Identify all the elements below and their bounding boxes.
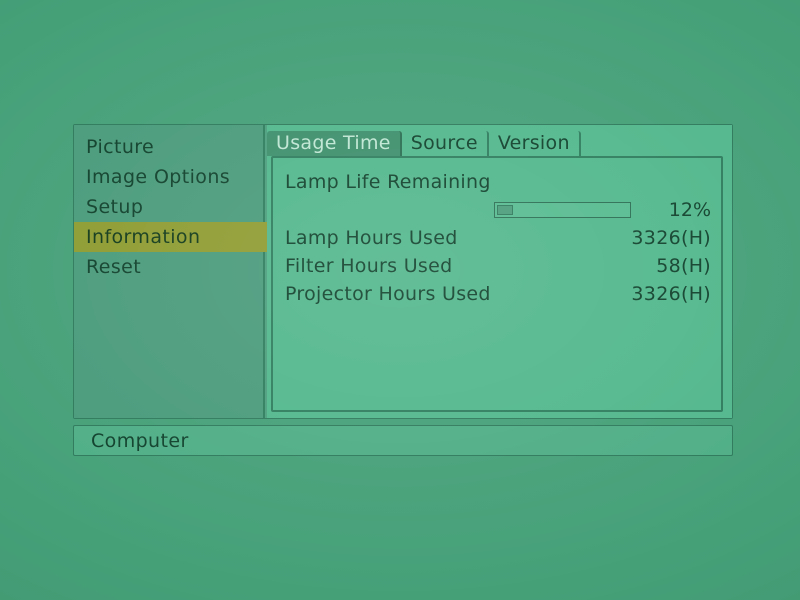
filter-hours-used-label: Filter Hours Used [285,255,453,277]
lamp-life-progress-bar [494,202,631,218]
sidebar-item-label: Information [86,226,201,248]
lamp-life-progress-fill [497,205,514,215]
tab-source[interactable]: Source [402,131,489,156]
lamp-life-remaining-row: Lamp Life Remaining [285,168,711,196]
projector-hours-used-label: Projector Hours Used [285,283,491,305]
sidebar-item-information[interactable]: Information [74,222,277,252]
filter-hours-used-row: Filter Hours Used 58(H) [285,252,711,280]
tab-label: Version [497,132,570,154]
lamp-life-remaining-label: Lamp Life Remaining [285,171,491,193]
tab-version[interactable]: Version [489,131,581,156]
sidebar-item-reset[interactable]: Reset [74,252,263,282]
sidebar-item-image-options[interactable]: Image Options [74,162,263,192]
lamp-hours-used-value: 3326(H) [631,227,711,249]
projector-hours-used-row: Projector Hours Used 3326(H) [285,280,711,308]
tab-label: Source [410,132,478,154]
sidebar-item-label: Setup [86,196,144,218]
lamp-hours-used-row: Lamp Hours Used 3326(H) [285,224,711,252]
projector-osd-screen: Picture Image Options Setup Information … [0,0,800,600]
status-bar-source-label: Computer [91,430,189,452]
sidebar-item-picture[interactable]: Picture [74,132,263,162]
sidebar-item-label: Reset [86,256,142,278]
sidebar-item-label: Image Options [86,166,231,188]
sidebar-item-setup[interactable]: Setup [74,192,263,222]
lamp-life-meter-row: 12% [285,196,711,224]
menu-sidebar: Picture Image Options Setup Information … [74,125,277,418]
tab-bar: Usage Time Source Version [267,131,581,156]
usage-time-rows: Lamp Life Remaining 12% Lamp Hours Used … [285,168,711,308]
content-side: Usage Time Source Version Lamp Life Rema… [267,125,732,418]
usage-time-panel: Lamp Life Remaining 12% Lamp Hours Used … [271,156,723,412]
osd-menu-panel: Picture Image Options Setup Information … [73,124,733,419]
tab-usage-time[interactable]: Usage Time [267,131,402,156]
status-bar: Computer [73,425,733,456]
lamp-hours-used-label: Lamp Hours Used [285,227,458,249]
sidebar-item-label: Picture [86,136,155,158]
filter-hours-used-value: 58(H) [656,255,711,277]
projector-hours-used-value: 3326(H) [631,283,711,305]
tab-label: Usage Time [276,132,391,154]
lamp-life-percent-value: 12% [668,199,711,221]
